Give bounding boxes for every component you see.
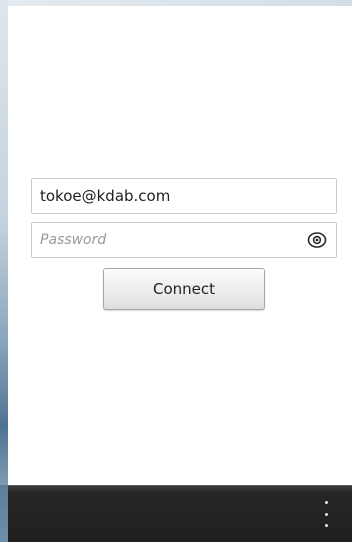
email-field[interactable]: tokoe@kdab.com — [31, 178, 337, 214]
overflow-dot — [324, 512, 328, 516]
password-field-placeholder[interactable]: Password — [40, 232, 306, 248]
connect-button[interactable]: Connect — [103, 268, 265, 310]
desktop-wallpaper-edge — [0, 0, 8, 485]
eye-icon[interactable] — [306, 229, 328, 251]
overflow-dot — [324, 524, 328, 527]
more-vertical-icon[interactable] — [318, 501, 334, 527]
password-field[interactable]: Password — [31, 222, 337, 258]
email-field-value[interactable]: tokoe@kdab.com — [40, 187, 328, 205]
app-window: tokoe@kdab.com Password Connect — [8, 6, 352, 485]
action-bar — [8, 485, 352, 542]
overflow-dot — [324, 501, 328, 504]
login-form: tokoe@kdab.com Password Connect — [31, 178, 337, 310]
